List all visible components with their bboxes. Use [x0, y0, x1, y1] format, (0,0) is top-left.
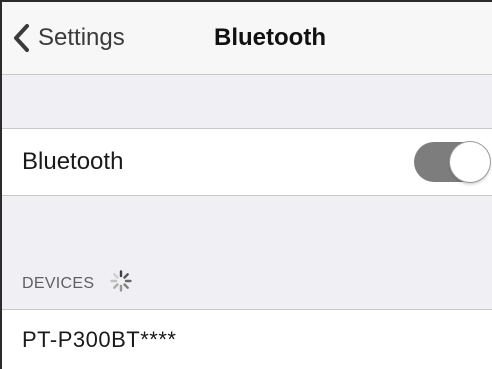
page-title: Bluetooth — [214, 24, 326, 51]
toggle-knob — [450, 142, 490, 182]
back-button[interactable]: Settings — [12, 14, 125, 62]
chevron-left-icon — [12, 23, 30, 53]
group-spacer — [2, 75, 492, 128]
bluetooth-settings-screen: Settings Bluetooth Bluetooth DEVICES PT-… — [0, 0, 492, 369]
device-row[interactable]: PT-P300BT**** — [2, 309, 492, 369]
bluetooth-toggle-switch[interactable] — [414, 142, 490, 182]
devices-section-header: DEVICES — [2, 196, 492, 309]
back-button-label: Settings — [38, 24, 125, 51]
navigation-bar: Settings Bluetooth — [2, 2, 492, 75]
device-name: PT-P300BT**** — [22, 327, 177, 352]
loading-spinner-icon — [110, 270, 133, 297]
bluetooth-toggle-row: Bluetooth — [2, 128, 492, 196]
bluetooth-label: Bluetooth — [22, 148, 124, 175]
devices-section-title: DEVICES — [22, 274, 95, 292]
